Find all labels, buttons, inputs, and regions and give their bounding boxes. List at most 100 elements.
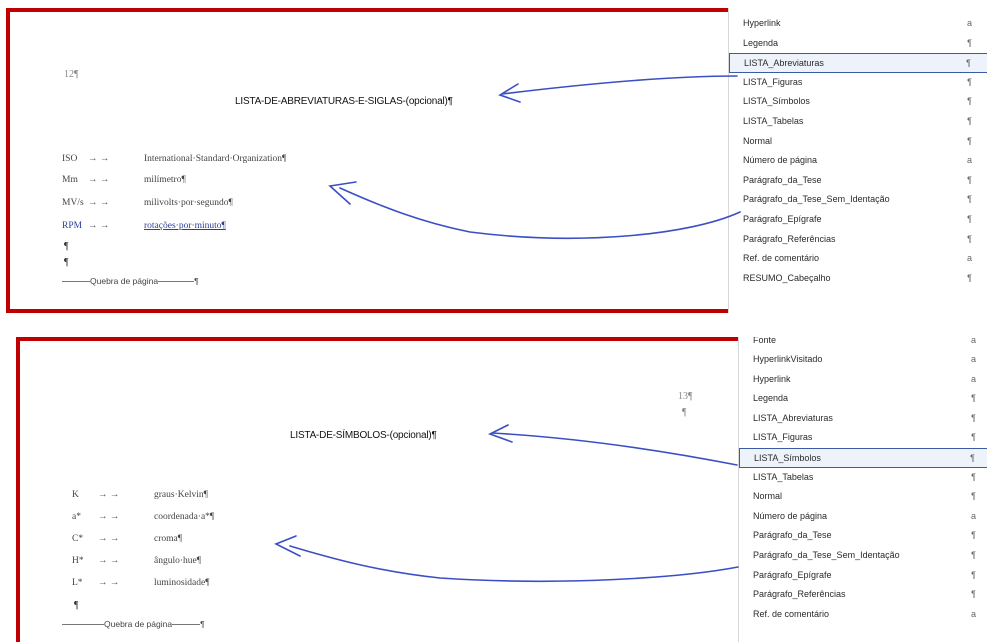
style-item-paragrafo-sem-identacao[interactable]: Parágrafo_da_Tese_Sem_Identação ¶ — [739, 546, 987, 566]
style-item-lista-tabelas[interactable]: LISTA_Tabelas ¶ — [729, 112, 987, 132]
abbreviation-entry[interactable]: ISO → → International·Standard·Organizati… — [62, 154, 286, 164]
style-type-mark: ¶ — [967, 194, 972, 205]
style-name: LISTA_Abreviaturas — [753, 412, 833, 423]
style-item-paragrafo-referencias[interactable]: Parágrafo_Referências ¶ — [729, 230, 987, 250]
style-type-mark: ¶ — [966, 58, 971, 69]
style-type-mark: a — [970, 608, 976, 619]
style-name: Parágrafo_Epígrafe — [753, 569, 832, 580]
empty-paragraph: ¶ — [64, 241, 69, 252]
empty-paragraph: ¶ — [74, 600, 79, 611]
style-name: Legenda — [743, 37, 779, 48]
abbreviation-entry[interactable]: MV/s → → milivolts·por·segundo¶ — [62, 198, 233, 208]
symbols-heading[interactable]: LISTA-DE-SÍMBOLOS-(opcional)¶ — [290, 430, 437, 441]
style-name: Parágrafo_da_Tese — [753, 530, 832, 541]
style-type-mark: ¶ — [967, 96, 972, 107]
style-item-paragrafo-referencias[interactable]: Parágrafo_Referências ¶ — [739, 585, 987, 605]
style-item-hyperlink[interactable]: Hyperlink a — [739, 370, 987, 390]
style-item-ref-comentario[interactable]: Ref. de comentário a — [729, 249, 987, 269]
tab-marks: → → — [88, 175, 110, 185]
page-break-label: Quebra de página — [90, 276, 159, 286]
entry-abbr: Mm — [62, 175, 78, 185]
style-item-legenda[interactable]: Legenda ¶ — [729, 34, 987, 54]
entry-text: croma¶ — [154, 534, 183, 544]
style-name: Hyperlink — [743, 18, 781, 28]
page-break: Quebra de página ¶ — [62, 619, 205, 629]
style-item-lista-simbolos[interactable]: LISTA_Símbolos ¶ — [739, 447, 987, 468]
symbol-entry[interactable]: K → → graus·Kelvin¶ — [72, 490, 208, 500]
style-item-paragrafo-da-tese[interactable]: Parágrafo_da_Tese ¶ — [739, 526, 987, 546]
entry-abbr: MV/s — [62, 198, 84, 208]
entry-text: coordenada·a*¶ — [154, 512, 215, 522]
entry-text: International·Standard·Organization¶ — [144, 154, 287, 164]
page-number: 13¶ — [678, 391, 693, 402]
style-type-mark: ¶ — [971, 491, 976, 502]
style-item-lista-tabelas[interactable]: LISTA_Tabelas ¶ — [739, 468, 987, 488]
entry-abbr: ISO — [62, 154, 78, 164]
style-name: Parágrafo_Referências — [753, 589, 846, 600]
style-item-normal[interactable]: Normal ¶ — [739, 487, 987, 507]
symbol-entry[interactable]: L* → → luminosidade¶ — [72, 578, 210, 588]
style-name: Ref. de comentário — [743, 253, 820, 264]
style-name: Normal — [743, 135, 773, 146]
page-break: Quebra de página ¶ — [62, 276, 199, 286]
style-item-lista-abreviaturas[interactable]: LISTA_Abreviaturas ¶ — [739, 409, 987, 429]
style-item-paragrafo-sem-identacao[interactable]: Parágrafo_da_Tese_Sem_Identação ¶ — [729, 190, 987, 210]
style-name: LISTA_Tabelas — [753, 471, 814, 482]
style-item-lista-abreviaturas[interactable]: LISTA_Abreviaturas ¶ — [729, 53, 987, 73]
style-item-fonte[interactable]: Fonte a — [739, 337, 987, 350]
style-name: Fonte — [753, 337, 777, 345]
style-item-paragrafo-da-tese[interactable]: Parágrafo_da_Tese ¶ — [729, 171, 987, 191]
page-number: 12¶ — [64, 69, 79, 80]
style-item-resumo-cabecalho[interactable]: RESUMO_Cabeçalho ¶ — [729, 269, 987, 289]
style-name: Hyperlink — [753, 373, 791, 384]
symbol-entry[interactable]: C* → → croma¶ — [72, 534, 182, 544]
empty-paragraph: ¶ — [64, 257, 69, 268]
style-name: Número de página — [753, 510, 828, 521]
style-type-mark: a — [966, 253, 972, 264]
style-item-ref-comentario[interactable]: Ref. de comentário a — [739, 605, 987, 625]
style-item-numero-de-pagina[interactable]: Número de página a — [739, 507, 987, 527]
style-name: Parágrafo_da_Tese_Sem_Identação — [743, 194, 890, 205]
style-name: Parágrafo_Referências — [743, 233, 836, 244]
style-item-paragrafo-epigrafe[interactable]: Parágrafo_Epígrafe ¶ — [729, 210, 987, 230]
entry-text: graus·Kelvin¶ — [154, 490, 208, 500]
abbreviations-heading[interactable]: LISTA-DE-ABREVIATURAS-E-SIGLAS-(opcional… — [235, 96, 453, 107]
style-item-numero-de-pagina[interactable]: Número de página a — [729, 151, 987, 171]
abbreviation-entry[interactable]: RPM → → rotações·por·minuto¶ — [62, 221, 226, 231]
entry-text: luminosidade¶ — [154, 578, 210, 588]
abbreviation-entry[interactable]: Mm → → milímetro¶ — [62, 175, 186, 185]
styles-pane: Hyperlink a Legenda ¶ LISTA_Abreviaturas ¶ … — [728, 8, 987, 313]
style-type-mark: a — [970, 373, 976, 384]
symbol-entry[interactable]: a* → → coordenada·a*¶ — [72, 512, 214, 522]
abbreviations-list-panel: 12¶ LISTA-DE-ABREVIATURAS-E-SIGLAS-(opci… — [6, 8, 987, 313]
style-item-lista-figuras[interactable]: LISTA_Figuras ¶ — [729, 73, 987, 93]
page-break-label: Quebra de página — [104, 619, 173, 629]
style-type-mark: ¶ — [967, 37, 972, 48]
entry-symbol: H* — [72, 556, 84, 566]
style-type-mark: ¶ — [967, 233, 972, 244]
tab-marks: → → — [98, 490, 120, 500]
style-type-mark: a — [970, 354, 976, 364]
tab-marks: → → — [98, 534, 120, 544]
style-item-lista-simbolos[interactable]: LISTA_Símbolos ¶ — [729, 92, 987, 112]
tab-marks: → → — [98, 556, 120, 566]
style-name: LISTA_Símbolos — [754, 452, 821, 463]
style-item-paragrafo-epigrafe[interactable]: Parágrafo_Epígrafe ¶ — [739, 566, 987, 586]
symbol-entry[interactable]: H* → → ângulo·hue¶ — [72, 556, 201, 566]
style-item-lista-figuras[interactable]: LISTA_Figuras ¶ — [739, 428, 987, 448]
style-item-hyperlink[interactable]: Hyperlink a — [729, 14, 987, 34]
style-name: Normal — [753, 491, 783, 502]
style-type-mark: a — [966, 155, 972, 166]
style-item-hyperlink-visitado[interactable]: HyperlinkVisitado a — [739, 350, 987, 370]
style-name: HyperlinkVisitado — [753, 354, 823, 364]
entry-text: milímetro¶ — [144, 175, 186, 185]
style-item-legenda[interactable]: Legenda ¶ — [739, 389, 987, 409]
style-item-normal[interactable]: Normal ¶ — [729, 132, 987, 152]
style-name: Ref. de comentário — [753, 608, 830, 619]
style-name: LISTA_Abreviaturas — [744, 58, 824, 69]
style-type-mark: ¶ — [967, 174, 972, 185]
style-name: Parágrafo_da_Tese_Sem_Identação — [753, 549, 900, 560]
entry-symbol: a* — [72, 512, 81, 522]
style-name: Legenda — [753, 393, 789, 404]
empty-paragraph: ¶ — [682, 407, 687, 418]
